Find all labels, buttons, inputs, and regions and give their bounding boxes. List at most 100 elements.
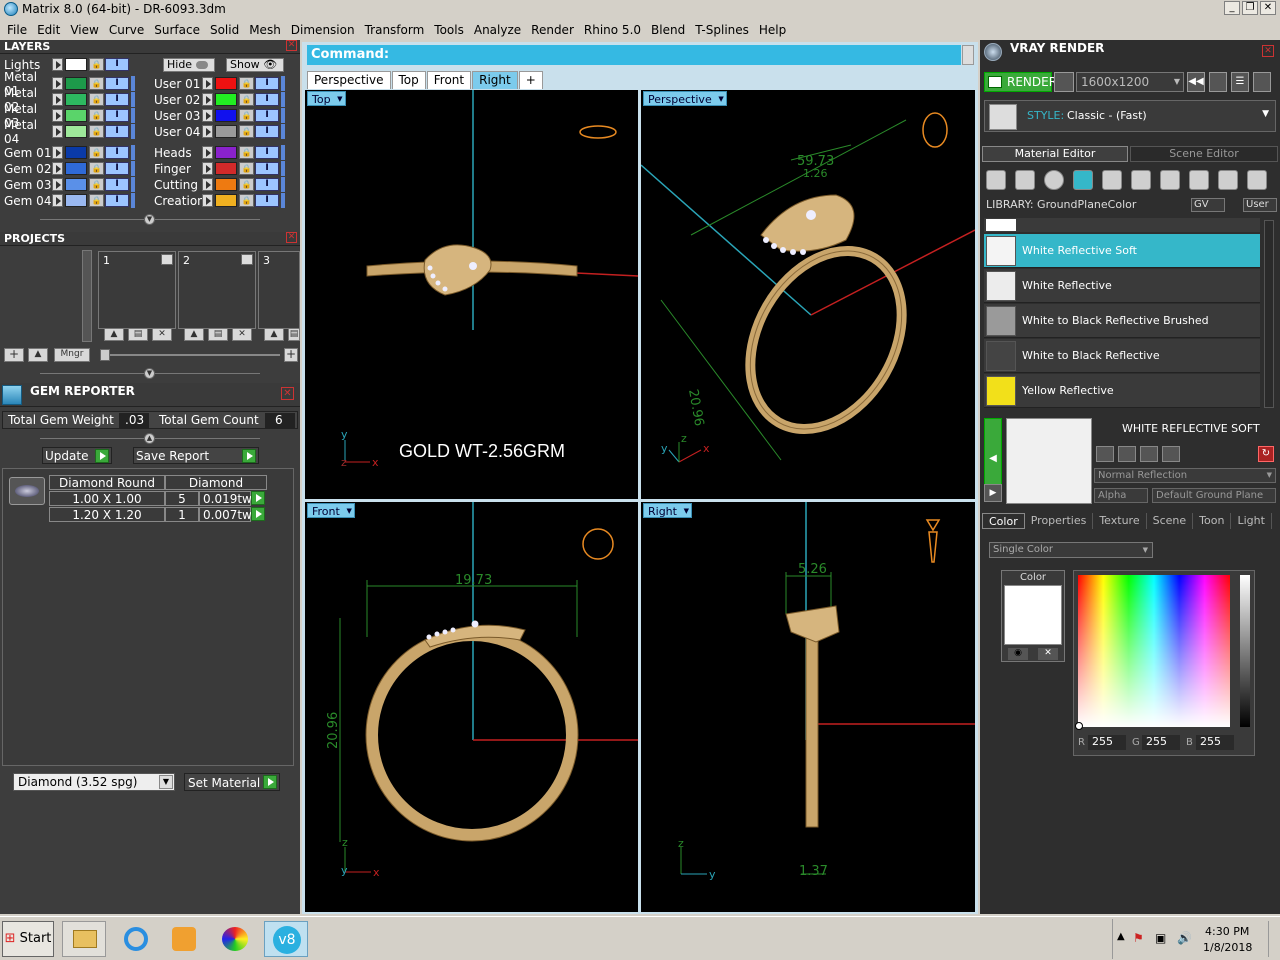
layer-color-swatch[interactable] xyxy=(215,93,237,106)
bulb-icon[interactable]: I xyxy=(105,162,129,175)
brightness-slider[interactable] xyxy=(1240,575,1250,727)
expand-arrow-icon[interactable] xyxy=(52,93,63,106)
layer-color-swatch[interactable] xyxy=(65,93,87,106)
minimize-button[interactable]: _ xyxy=(1224,1,1240,15)
bulb-icon[interactable]: I xyxy=(255,178,279,191)
refresh-icon[interactable]: ↻ xyxy=(1258,446,1274,462)
expand-arrow-icon[interactable] xyxy=(202,194,213,207)
bulb-icon[interactable]: I xyxy=(255,194,279,207)
menu-edit[interactable]: Edit xyxy=(32,23,65,37)
up-icon[interactable]: ▲ xyxy=(104,328,124,341)
menu-solid[interactable]: Solid xyxy=(205,23,244,37)
red-value-field[interactable]: 255 xyxy=(1088,735,1126,750)
add-tab-button[interactable]: + xyxy=(518,71,543,89)
tab-material-editor[interactable]: Material Editor xyxy=(982,146,1128,162)
pattern-icon[interactable] xyxy=(1102,170,1122,190)
expand-arrow-icon[interactable] xyxy=(52,194,63,207)
project-slider[interactable] xyxy=(100,354,280,356)
texture-icon[interactable] xyxy=(1131,170,1151,190)
expand-arrow-icon[interactable] xyxy=(202,162,213,175)
green-value-field[interactable]: 255 xyxy=(1142,735,1180,750)
material-list-item[interactable]: White Reflective Soft xyxy=(984,234,1260,268)
viewport-front[interactable]: Front 19.73 20.96 z x y xyxy=(305,502,638,912)
layer-color-swatch[interactable] xyxy=(65,77,87,90)
menu-transform[interactable]: Transform xyxy=(360,23,430,37)
layer-color-swatch[interactable] xyxy=(215,77,237,90)
paint-icon[interactable] xyxy=(212,921,256,957)
close-icon[interactable]: ✕ xyxy=(286,40,297,51)
lock-icon[interactable]: 🔒 xyxy=(89,146,104,159)
lock-icon[interactable]: 🔒 xyxy=(239,93,254,106)
color-cursor[interactable] xyxy=(1075,722,1083,730)
bulb-icon[interactable]: I xyxy=(105,194,129,207)
expand-arrow-icon[interactable] xyxy=(52,178,63,191)
expand-arrow-icon[interactable] xyxy=(52,58,63,71)
lock-icon[interactable]: 🔒 xyxy=(239,194,254,207)
bump-icon[interactable] xyxy=(1189,170,1209,190)
resolution-select[interactable]: 1600x1200 ▼ xyxy=(1076,72,1184,92)
camera-icon[interactable] xyxy=(1054,72,1074,92)
start-button[interactable]: ⊞ Start xyxy=(2,921,54,957)
lock-icon[interactable]: 🔒 xyxy=(89,162,104,175)
menu-rhino[interactable]: Rhino 5.0 xyxy=(579,23,646,37)
rewind-icon[interactable]: ◀◀ xyxy=(1187,72,1205,92)
internet-explorer-icon[interactable] xyxy=(114,921,158,957)
add-icon[interactable]: + xyxy=(284,348,298,362)
ground-plane-toggle[interactable]: Default Ground Plane xyxy=(1152,488,1276,503)
menu-help[interactable]: Help xyxy=(754,23,791,37)
flag-icon[interactable]: ⚑ xyxy=(1133,931,1144,945)
frame-icon[interactable] xyxy=(1209,72,1227,92)
material-list-item[interactable]: White to Black Reflective Brushed xyxy=(984,304,1260,338)
layer-color-swatch[interactable] xyxy=(215,194,237,207)
add-icon[interactable]: + xyxy=(4,348,24,362)
layer-color-swatch[interactable] xyxy=(215,125,237,138)
close-icon[interactable]: ✕ xyxy=(281,387,294,400)
lock-icon[interactable]: 🔒 xyxy=(239,109,254,122)
reflection-select[interactable]: Normal Reflection ▼ xyxy=(1094,468,1276,483)
lights-swatch[interactable] xyxy=(65,58,87,71)
play-icon[interactable] xyxy=(251,507,265,521)
clock-time[interactable]: 4:30 PM xyxy=(1205,925,1249,938)
bulb-icon[interactable]: I xyxy=(105,93,129,106)
user-button[interactable]: User xyxy=(1243,198,1277,212)
layer-color-swatch[interactable] xyxy=(65,125,87,138)
delete-icon[interactable]: ✕ xyxy=(152,328,172,341)
bulb-icon[interactable]: I xyxy=(255,109,279,122)
matrix-app-icon[interactable]: v8 xyxy=(264,921,308,957)
collapse-icon[interactable]: ▼ xyxy=(144,214,155,225)
lock-icon[interactable]: 🔒 xyxy=(239,125,254,138)
material-list-item[interactable]: White Reflective xyxy=(984,269,1260,303)
tab-perspective[interactable]: Perspective xyxy=(307,71,391,89)
arrow-icon[interactable] xyxy=(161,254,173,265)
lock-icon[interactable]: 🔒 xyxy=(89,178,104,191)
lock-icon[interactable]: 🔒 xyxy=(89,93,104,106)
project-slot-3[interactable]: 3 xyxy=(258,251,300,329)
menu-dimension[interactable]: Dimension xyxy=(286,23,360,37)
menu-surface[interactable]: Surface xyxy=(149,23,205,37)
save-icon[interactable] xyxy=(1118,446,1136,462)
lock-icon[interactable]: 🔒 xyxy=(239,162,254,175)
viewport-perspective[interactable]: Perspective 59.73 1.26 20.96 y x z xyxy=(641,90,975,499)
expand-arrow-icon[interactable] xyxy=(202,77,213,90)
clock-date[interactable]: 1/8/2018 xyxy=(1203,941,1252,954)
bulb-icon[interactable]: I xyxy=(255,146,279,159)
lock-icon[interactable]: 🔒 xyxy=(239,146,254,159)
expand-arrow-icon[interactable] xyxy=(52,77,63,90)
save-icon[interactable]: ▤ xyxy=(208,328,228,341)
project-slot-2[interactable]: 2 xyxy=(178,251,256,329)
expand-arrow-icon[interactable] xyxy=(52,125,63,138)
color-mode-select[interactable]: Single Color ▼ xyxy=(989,542,1153,558)
tab-color[interactable]: Color xyxy=(982,513,1025,529)
menu-blend[interactable]: Blend xyxy=(646,23,690,37)
tab-toon[interactable]: Toon xyxy=(1193,513,1232,529)
gem-icon[interactable] xyxy=(1015,170,1035,190)
menu-tsplines[interactable]: T-Splines xyxy=(690,23,754,37)
grid-icon[interactable] xyxy=(1253,72,1271,92)
hand-icon[interactable] xyxy=(1218,170,1238,190)
bulb-icon[interactable]: I xyxy=(105,77,129,90)
color-gradient-area[interactable] xyxy=(1078,575,1230,727)
save-icon[interactable]: ▤ xyxy=(288,328,300,341)
lock-icon[interactable]: 🔒 xyxy=(89,58,104,71)
expand-arrow-icon[interactable] xyxy=(202,109,213,122)
close-icon[interactable]: ✕ xyxy=(1262,45,1274,57)
